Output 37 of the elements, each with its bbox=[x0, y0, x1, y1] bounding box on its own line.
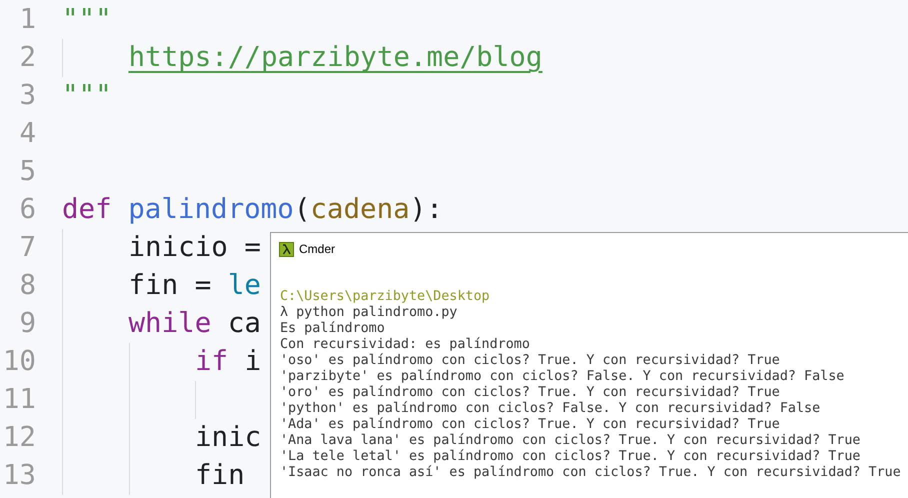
line-number: 8 bbox=[18, 268, 36, 304]
terminal-line: 'parzibyte' es palíndromo con ciclos? False. Y con recursividad? False bbox=[280, 369, 846, 385]
line-number: 12 bbox=[2, 420, 36, 456]
line-number: 7 bbox=[18, 230, 36, 266]
terminal-line: 'Ada' es palíndromo con ciclos? True. Y con recursividad? True bbox=[280, 417, 781, 433]
terminal-line: C:\Users\parzibyte\Desktop bbox=[280, 289, 491, 305]
line-number: 4 bbox=[18, 116, 36, 152]
terminal-line: Con recursividad: es palíndromo bbox=[280, 337, 531, 353]
line-number: 10 bbox=[2, 344, 36, 380]
line-number: 9 bbox=[18, 306, 36, 342]
terminal-line: λ python palindromo.py bbox=[280, 305, 458, 321]
line-number: 5 bbox=[18, 154, 36, 190]
terminal-line: Es palíndromo bbox=[280, 321, 386, 337]
line-number: 6 bbox=[18, 192, 36, 228]
code-line: def palindromo(cadena): bbox=[62, 192, 443, 228]
url-link[interactable]: https://parzibyte.me/blog bbox=[128, 41, 542, 74]
line-number: 13 bbox=[2, 458, 36, 494]
terminal-line: 'oro' es palíndromo con ciclos? True. Y con recursividad? True bbox=[280, 385, 781, 401]
code-line: fin = le bbox=[128, 268, 261, 304]
code-line: if i bbox=[195, 344, 262, 380]
code-line: """ bbox=[62, 2, 112, 38]
terminal-line: 'python' es palíndromo con ciclos? False. Y con recursividad? False bbox=[280, 401, 822, 417]
line-number: 2 bbox=[18, 40, 36, 76]
terminal-line: 'Isaac no ronca así' es palíndromo con ciclos? True. Y con recursividad? True bbox=[280, 465, 902, 481]
terminal-line: 'Ana lava lana' es palíndromo con ciclos? True. Y con recursividad? True bbox=[280, 433, 862, 449]
lambda-logo-icon bbox=[279, 242, 294, 256]
window-title: Cmder bbox=[299, 241, 336, 258]
line-number: 1 bbox=[18, 2, 36, 38]
line-number: 11 bbox=[2, 382, 36, 418]
code-line: inic bbox=[195, 420, 262, 456]
code-line: """ bbox=[62, 78, 112, 114]
line-number: 3 bbox=[18, 78, 36, 114]
code-line: fin bbox=[195, 458, 245, 494]
terminal-line: 'La tele letal' es palíndromo con ciclos? True. Y con recursividad? True bbox=[280, 449, 862, 465]
code-line: while ca bbox=[128, 306, 261, 342]
terminal-line: 'oso' es palíndromo con ciclos? True. Y con recursividad? True bbox=[280, 353, 781, 369]
code-line: inicio = bbox=[128, 230, 261, 266]
